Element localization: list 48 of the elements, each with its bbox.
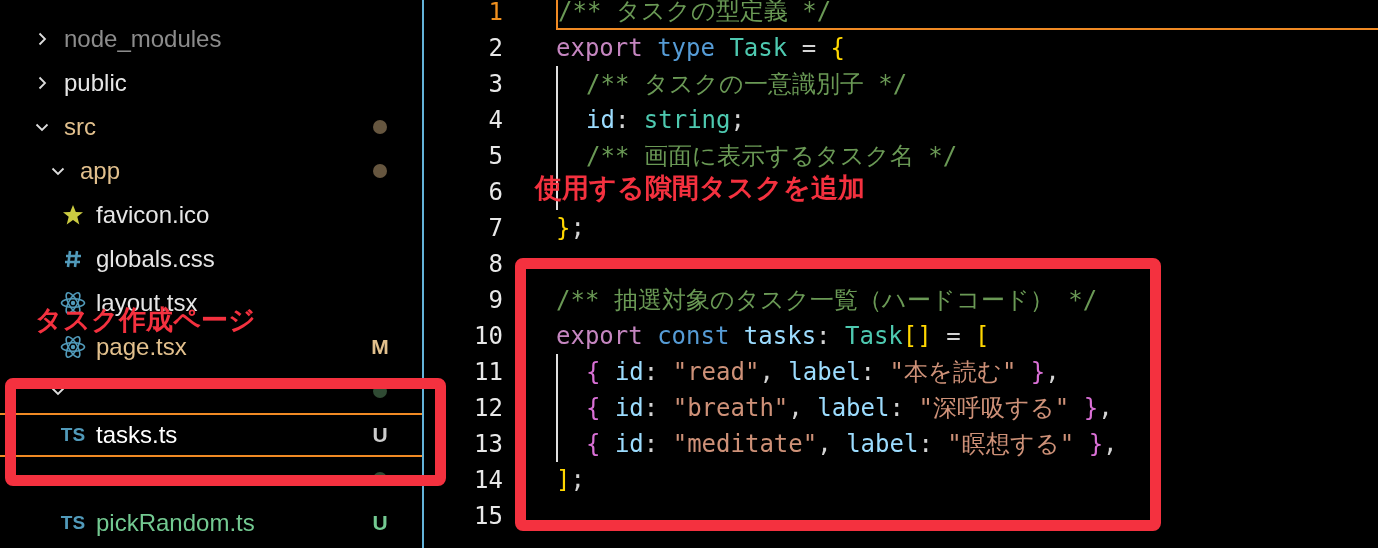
chevron-down-icon[interactable] bbox=[35, 122, 49, 132]
line-number: 11 bbox=[473, 358, 503, 386]
chevron-down-icon[interactable] bbox=[51, 386, 65, 396]
line-number: 13 bbox=[473, 430, 503, 458]
line-number: 9 bbox=[487, 286, 503, 314]
line-number: 1 bbox=[487, 0, 503, 26]
code-line: id: string; bbox=[586, 106, 745, 134]
line-number: 12 bbox=[473, 394, 503, 422]
git-status: M bbox=[370, 335, 390, 359]
folder-name[interactable]: src bbox=[64, 113, 96, 141]
line-number: 7 bbox=[487, 214, 503, 242]
file-name[interactable]: tasks.ts bbox=[96, 421, 178, 449]
git-status: U bbox=[371, 511, 389, 535]
code-line: export const tasks: Task[] = [ bbox=[556, 322, 990, 350]
line-number: 8 bbox=[487, 250, 503, 278]
code-line: { id: "breath", label: "深呼吸する" }, bbox=[586, 393, 1113, 424]
chevron-right-icon[interactable] bbox=[37, 76, 47, 90]
file-name[interactable]: globals.css bbox=[96, 245, 215, 273]
code-line: /** タスクの一意識別子 */ bbox=[586, 69, 908, 100]
line-number: 6 bbox=[487, 178, 503, 206]
folder-name[interactable]: public bbox=[64, 69, 127, 97]
star-icon bbox=[62, 204, 84, 226]
line-number: 15 bbox=[473, 502, 503, 530]
code-line: ]; bbox=[556, 466, 585, 494]
file-name[interactable]: page.tsx bbox=[96, 333, 187, 361]
code-line: }; bbox=[556, 214, 585, 242]
hash-icon bbox=[64, 249, 82, 269]
line-number: 14 bbox=[473, 466, 503, 494]
chevron-down-icon[interactable] bbox=[51, 166, 65, 176]
atom-icon bbox=[60, 335, 86, 359]
code-line: { id: "meditate", label: "瞑想する" }, bbox=[586, 429, 1118, 460]
file-name[interactable]: pickRandom.ts bbox=[96, 509, 255, 537]
file-name[interactable]: favicon.ico bbox=[96, 201, 210, 229]
code-line: /** 画面に表示するタスク名 */ bbox=[586, 141, 958, 172]
ts-icon: TS bbox=[60, 424, 86, 446]
line-number: 4 bbox=[487, 106, 503, 134]
code-line: { id: "read", label: "本を読む" }, bbox=[586, 357, 1060, 388]
line-number: 2 bbox=[487, 34, 503, 62]
code-line: export type Task = { bbox=[556, 34, 845, 62]
line-number: 10 bbox=[473, 322, 503, 350]
folder-name[interactable]: node_modules bbox=[64, 25, 222, 53]
git-status: U bbox=[371, 423, 389, 447]
line-number: 3 bbox=[487, 70, 503, 98]
code-line: /** 抽選対象のタスク一覧（ハードコード） */ bbox=[556, 285, 1098, 316]
folder-name[interactable]: app bbox=[80, 157, 121, 185]
line-number: 5 bbox=[487, 142, 503, 170]
ts-icon: TS bbox=[60, 512, 86, 534]
chevron-right-icon[interactable] bbox=[37, 32, 47, 46]
